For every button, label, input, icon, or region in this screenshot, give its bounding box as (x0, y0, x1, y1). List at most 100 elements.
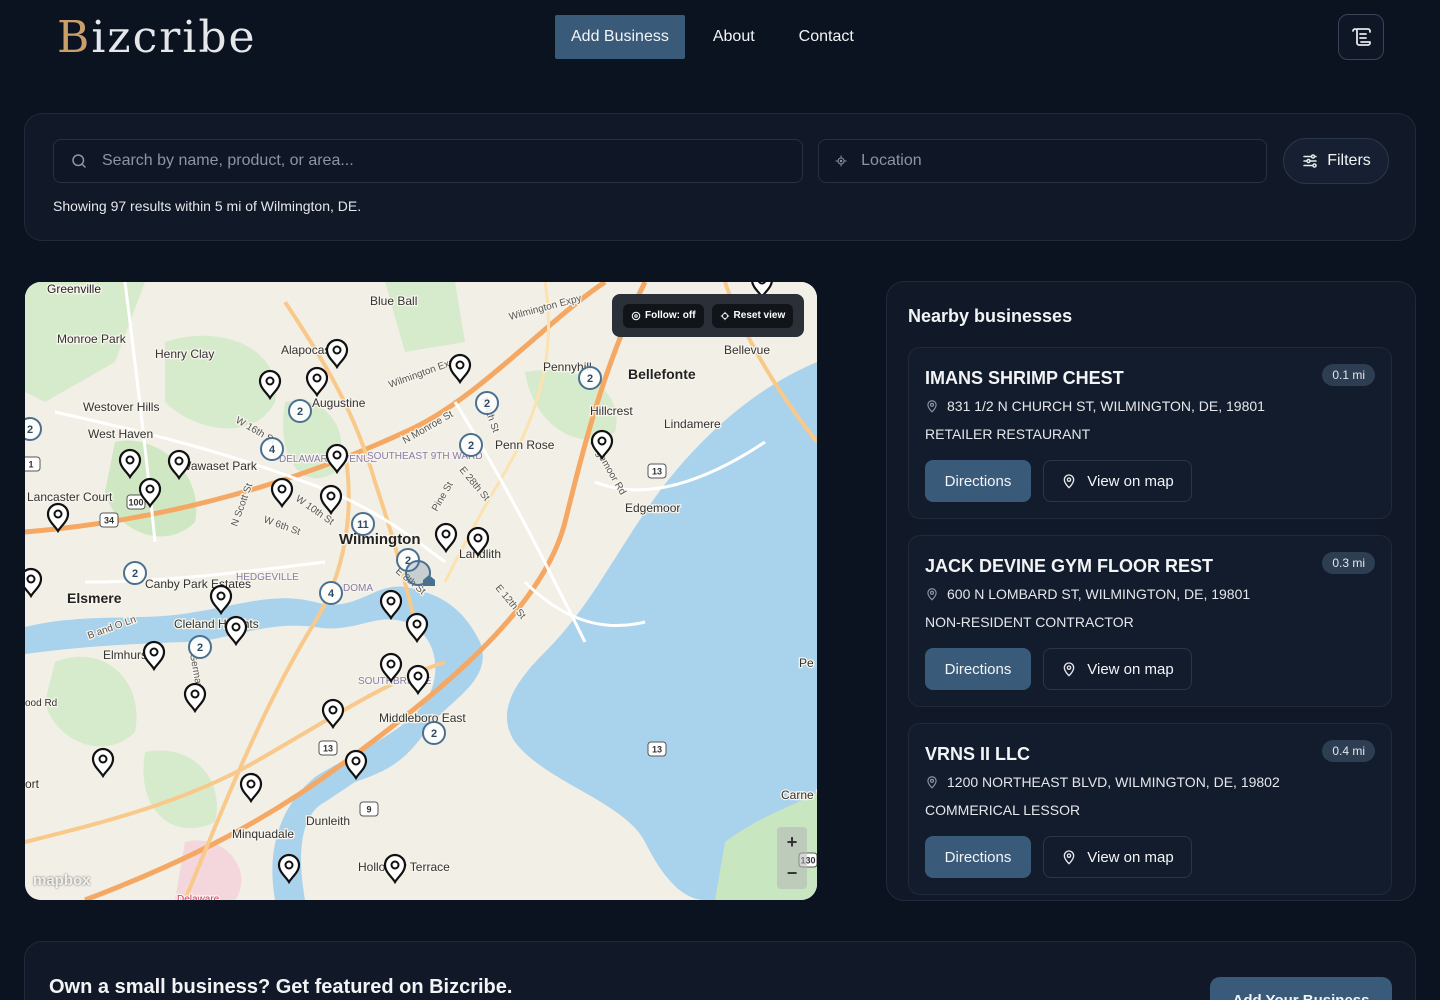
map-pin-marker[interactable] (277, 853, 301, 885)
map-place-label: Lancaster Court (27, 490, 113, 504)
map-pin-marker[interactable] (406, 664, 430, 696)
reset-view-button[interactable]: Reset view (711, 303, 794, 328)
map-pin-marker[interactable] (46, 502, 70, 534)
business-card: JACK DEVINE GYM FLOOR REST 0.3 mi 600 N … (908, 535, 1392, 707)
map-cluster-marker[interactable]: 11 (351, 512, 375, 536)
directions-button[interactable]: Directions (925, 460, 1031, 502)
map-pin-marker[interactable] (319, 484, 343, 516)
mapbox-logo[interactable]: mapbox (33, 872, 91, 889)
crosshair-icon (835, 155, 847, 167)
route-shield: 13 (647, 463, 667, 479)
map-cluster-marker[interactable]: 2 (578, 366, 602, 390)
view-on-map-button[interactable]: View on map (1043, 836, 1192, 878)
add-your-business-button[interactable]: Add Your Business (1210, 977, 1392, 1000)
map-place-label: Lindamere (664, 417, 721, 431)
map-place-label: ort (25, 777, 40, 791)
route-shield: 9 (359, 801, 379, 817)
view-on-map-label: View on map (1087, 472, 1174, 490)
map-cluster-marker[interactable]: 2 (188, 635, 212, 659)
cluster-count: 2 (431, 728, 437, 740)
map-cluster-marker[interactable]: 2 (288, 399, 312, 423)
search-panel: Filters Showing 97 results within 5 mi o… (24, 113, 1416, 241)
map-pin-marker[interactable] (224, 615, 248, 647)
map-pin-marker[interactable] (270, 477, 294, 509)
map-place-label: Dunleith (306, 814, 350, 828)
map-pin-marker[interactable] (344, 749, 368, 781)
location-input[interactable] (861, 152, 1266, 170)
map-pin-marker[interactable] (405, 612, 429, 644)
map-cluster-marker[interactable]: 2 (123, 561, 147, 585)
map-pin-marker[interactable] (167, 449, 191, 481)
business-card: VRNS II LLC 0.4 mi 1200 NORTHEAST BLVD, … (908, 723, 1392, 895)
map-pin-marker[interactable] (142, 640, 166, 672)
view-on-map-button[interactable]: View on map (1043, 460, 1192, 502)
map-pin-marker[interactable] (325, 443, 349, 475)
menu-button[interactable] (1338, 14, 1384, 60)
map-pin-marker[interactable] (325, 338, 349, 370)
map-pin-marker[interactable] (383, 853, 407, 885)
map-place-label: Hillcrest (590, 404, 633, 418)
directions-button[interactable]: Directions (925, 836, 1031, 878)
map-pin-marker[interactable] (379, 589, 403, 621)
map-place-label: Westover Hills (83, 400, 159, 414)
directions-button[interactable]: Directions (925, 648, 1031, 690)
map-cluster-marker[interactable]: 2 (475, 391, 499, 415)
filters-button[interactable]: Filters (1283, 138, 1389, 184)
map-pin-marker[interactable] (434, 522, 458, 554)
search-icon (72, 154, 86, 168)
map-place-label: E 12th St (493, 583, 528, 622)
business-category: NON-RESIDENT CONTRACTOR (925, 614, 1134, 630)
nav-contact[interactable]: Contact (783, 15, 870, 59)
map-pin-marker[interactable] (91, 747, 115, 779)
cluster-count: 4 (269, 444, 276, 456)
map-place-label: Wilmington (339, 531, 421, 548)
map-place-label: Greenville (47, 282, 101, 296)
business-name: IMANS SHRIMP CHEST (925, 368, 1124, 388)
reset-view-label: Reset view (733, 310, 786, 321)
map-pin-marker[interactable] (239, 772, 263, 804)
view-on-map-button[interactable]: View on map (1043, 648, 1192, 690)
map-place-label: Edgemoor (625, 501, 680, 515)
map-cluster-marker[interactable]: 4 (319, 581, 343, 605)
map-place-label: Monroe Park (57, 332, 127, 346)
map-pin-marker[interactable] (25, 567, 43, 599)
map-cluster-marker[interactable]: 2 (25, 417, 42, 441)
map-pin-marker[interactable] (321, 698, 345, 730)
map-cluster-marker[interactable]: 2 (459, 433, 483, 457)
map-view[interactable]: Greenville Blue Ball Monroe Park Henry Clay… (25, 282, 817, 900)
map-pin-marker[interactable] (183, 682, 207, 714)
location-field[interactable] (818, 139, 1267, 183)
follow-toggle[interactable]: Follow: off (623, 303, 704, 328)
route-shield-label: 13 (652, 467, 662, 477)
route-shield: 13 (318, 740, 338, 756)
map-pin-marker[interactable] (448, 353, 472, 385)
search-field[interactable] (53, 139, 803, 183)
main-nav: Add Business About Contact (555, 15, 882, 59)
map-place-label: N Scott St (229, 482, 255, 528)
brand-logo[interactable]: Bizcribe (57, 12, 257, 63)
map-pin-icon (1063, 662, 1075, 677)
map-pin-icon (1063, 850, 1075, 865)
map-cluster-marker[interactable]: 2 (422, 721, 446, 745)
map-pin-marker[interactable] (209, 584, 233, 616)
address-text: 1200 NORTHEAST BLVD, WILMINGTON, DE, 198… (947, 774, 1280, 790)
cta-banner: Own a small business? Get featured on Bi… (24, 941, 1416, 1000)
nav-about[interactable]: About (697, 15, 771, 59)
map-place-label: N Monroe St (401, 409, 455, 447)
zoom-out-button[interactable]: − (777, 858, 807, 889)
map-pin-marker[interactable] (118, 448, 142, 480)
map-place-label: B and O Ln (86, 614, 137, 642)
map-cluster-marker[interactable]: 4 (260, 437, 284, 461)
view-on-map-label: View on map (1087, 660, 1174, 678)
map-place-label: Bellevue (724, 343, 770, 357)
search-input[interactable] (102, 152, 702, 170)
map-pin-marker[interactable] (305, 366, 329, 398)
zoom-in-button[interactable]: + (777, 827, 807, 858)
map-place-label: Blue Ball (370, 294, 417, 308)
route-shield-label: 13 (652, 745, 662, 755)
map-pin-marker[interactable] (258, 369, 282, 401)
business-name: JACK DEVINE GYM FLOOR REST (925, 556, 1214, 576)
sliders-icon (1303, 154, 1317, 168)
business-category: RETAILER RESTAURANT (925, 426, 1091, 442)
nav-add-business[interactable]: Add Business (555, 15, 685, 59)
